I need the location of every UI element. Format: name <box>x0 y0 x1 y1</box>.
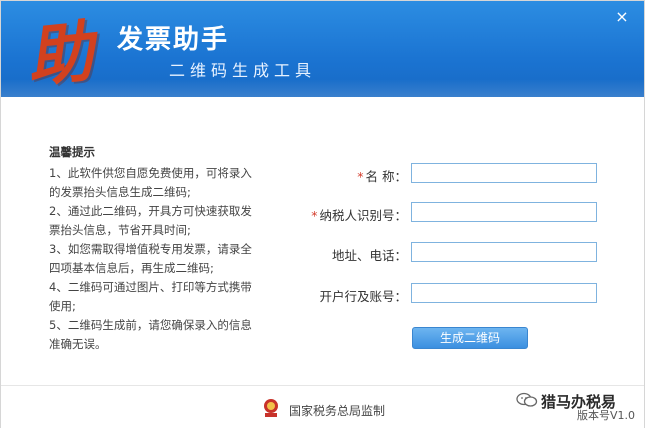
tips-line: 4、二维码可通过图片、打印等方式携带 <box>49 280 252 294</box>
name-input[interactable] <box>411 163 597 183</box>
field-label-taxpayer-id: * 纳税人识别号： <box>307 205 407 224</box>
tips-panel: 温馨提示 1、此软件供您自愿免费使用，可将录入 的发票抬头信息生成二维码; 2、… <box>49 143 279 354</box>
tips-line: 2、通过此二维码，开具方可快速获取发 <box>49 204 252 218</box>
wechat-icon <box>516 392 538 407</box>
required-mark: * <box>311 208 318 223</box>
app-title: 发票助手 <box>117 25 230 55</box>
tips-line: 1、此软件供您自愿免费使用，可将录入 <box>49 166 252 180</box>
field-label-text: 纳税人识别号： <box>319 208 407 223</box>
authority-text: 国家税务总局监制 <box>289 404 386 418</box>
address-phone-input[interactable] <box>411 242 597 262</box>
header-banner: 助 发票助手 二维码生成工具 × <box>1 1 644 97</box>
version-text: 版本号V1.0 <box>577 409 636 422</box>
tips-line: 票抬头信息，节省开具时间; <box>49 223 191 237</box>
taxpayer-id-input[interactable] <box>411 202 597 222</box>
bank-account-input[interactable] <box>411 283 597 303</box>
field-label-address-phone: 地址、电话： <box>331 248 407 263</box>
app-logo: 助 <box>23 12 97 97</box>
tips-line: 四项基本信息后，再生成二维码; <box>49 261 214 275</box>
tips-line: 使用; <box>49 299 76 313</box>
tips-line: 的发票抬头信息生成二维码; <box>49 185 191 199</box>
tips-line: 准确无误。 <box>49 337 107 351</box>
app-subtitle: 二维码生成工具 <box>169 61 317 80</box>
generate-qrcode-button[interactable]: 生成二维码 <box>412 327 528 349</box>
field-label-text: 名 称： <box>365 169 407 184</box>
tax-emblem-icon <box>264 399 278 417</box>
field-label-bank-account: 开户行及账号： <box>319 289 407 304</box>
field-label-name: * 名 称： <box>307 166 407 185</box>
footer: 国家税务总局监制 猎马办税易 版本号V1.0 <box>1 385 644 428</box>
tips-line: 5、二维码生成前，请您确保录入的信息 <box>49 318 252 332</box>
required-mark: * <box>357 169 364 184</box>
app-window: 助 发票助手 二维码生成工具 × 温馨提示 1、此软件供您自愿免费使用，可将录入… <box>0 0 645 428</box>
close-icon[interactable]: × <box>614 9 630 25</box>
tips-line: 3、如您需取得增值税专用发票，请录全 <box>49 242 252 256</box>
tips-title: 温馨提示 <box>49 145 95 159</box>
